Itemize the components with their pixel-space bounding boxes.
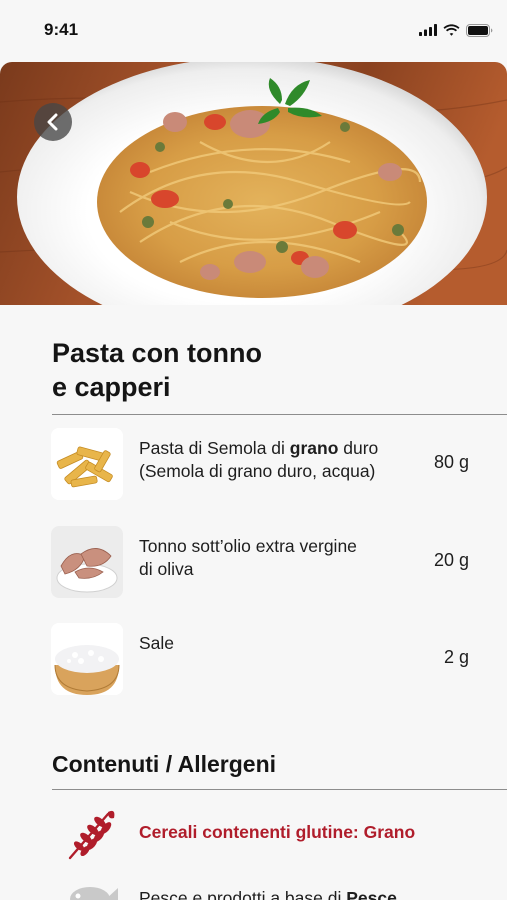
ingredient-name: Pasta di Semola di grano duro (Semola di… <box>139 437 409 483</box>
fish-icon <box>70 887 118 900</box>
wheat-icon <box>68 810 115 860</box>
title-divider <box>52 414 507 415</box>
ingredient-name: Tonno sott’olio extra vergine di oliva <box>139 535 409 581</box>
allergen-item: Cereali contenenti glutine: Grano <box>0 806 507 866</box>
ingredient-subtext: (Semola di grano duro, acqua) <box>139 461 376 481</box>
ingredient-row[interactable]: Sale 2 g <box>0 623 507 695</box>
tuna-in-oil-image <box>51 526 123 598</box>
back-button[interactable] <box>34 103 72 141</box>
ingredient-name-bold: grano <box>289 438 339 458</box>
status-bar: 9:41 <box>0 0 507 62</box>
status-time: 9:41 <box>44 20 79 39</box>
ingredient-quantity: 2 g <box>443 647 469 667</box>
ingredient-row[interactable]: Pasta di Semola di grano duro (Semola di… <box>0 428 507 500</box>
allergen-item: Pesce e prodotti a base di Pesce <box>0 872 507 900</box>
status-icons <box>419 23 493 37</box>
ingredient-quantity: 80 g <box>433 452 469 472</box>
salt-bowl-image <box>51 623 123 695</box>
chevron-left-icon <box>47 113 58 131</box>
allergen-label: Pesce e prodotti a base di Pesce <box>139 888 397 900</box>
penne-pasta-image <box>51 428 123 500</box>
recipe-hero-image <box>0 62 507 305</box>
allergen-label: Cereali contenenti glutine: Grano <box>139 822 416 842</box>
title-line-2: e capperi <box>52 372 171 402</box>
title-line-1: Pasta con tonno <box>52 338 263 368</box>
battery-icon <box>466 23 493 37</box>
ingredient-subtext: di oliva <box>139 559 194 579</box>
ingredient-quantity: 20 g <box>433 550 469 570</box>
page-title: Pasta con tonno e capperi <box>52 336 352 404</box>
allergen-label-bold: Pesce <box>346 888 397 900</box>
ingredient-name: Sale <box>139 633 175 653</box>
signal-icon <box>419 24 437 36</box>
allergens-section-title: Contenuti / Allergeni <box>52 751 277 777</box>
wifi-icon <box>443 24 460 36</box>
ingredient-row[interactable]: Tonno sott’olio extra vergine di oliva 2… <box>0 526 507 598</box>
allergens-divider <box>52 789 507 790</box>
